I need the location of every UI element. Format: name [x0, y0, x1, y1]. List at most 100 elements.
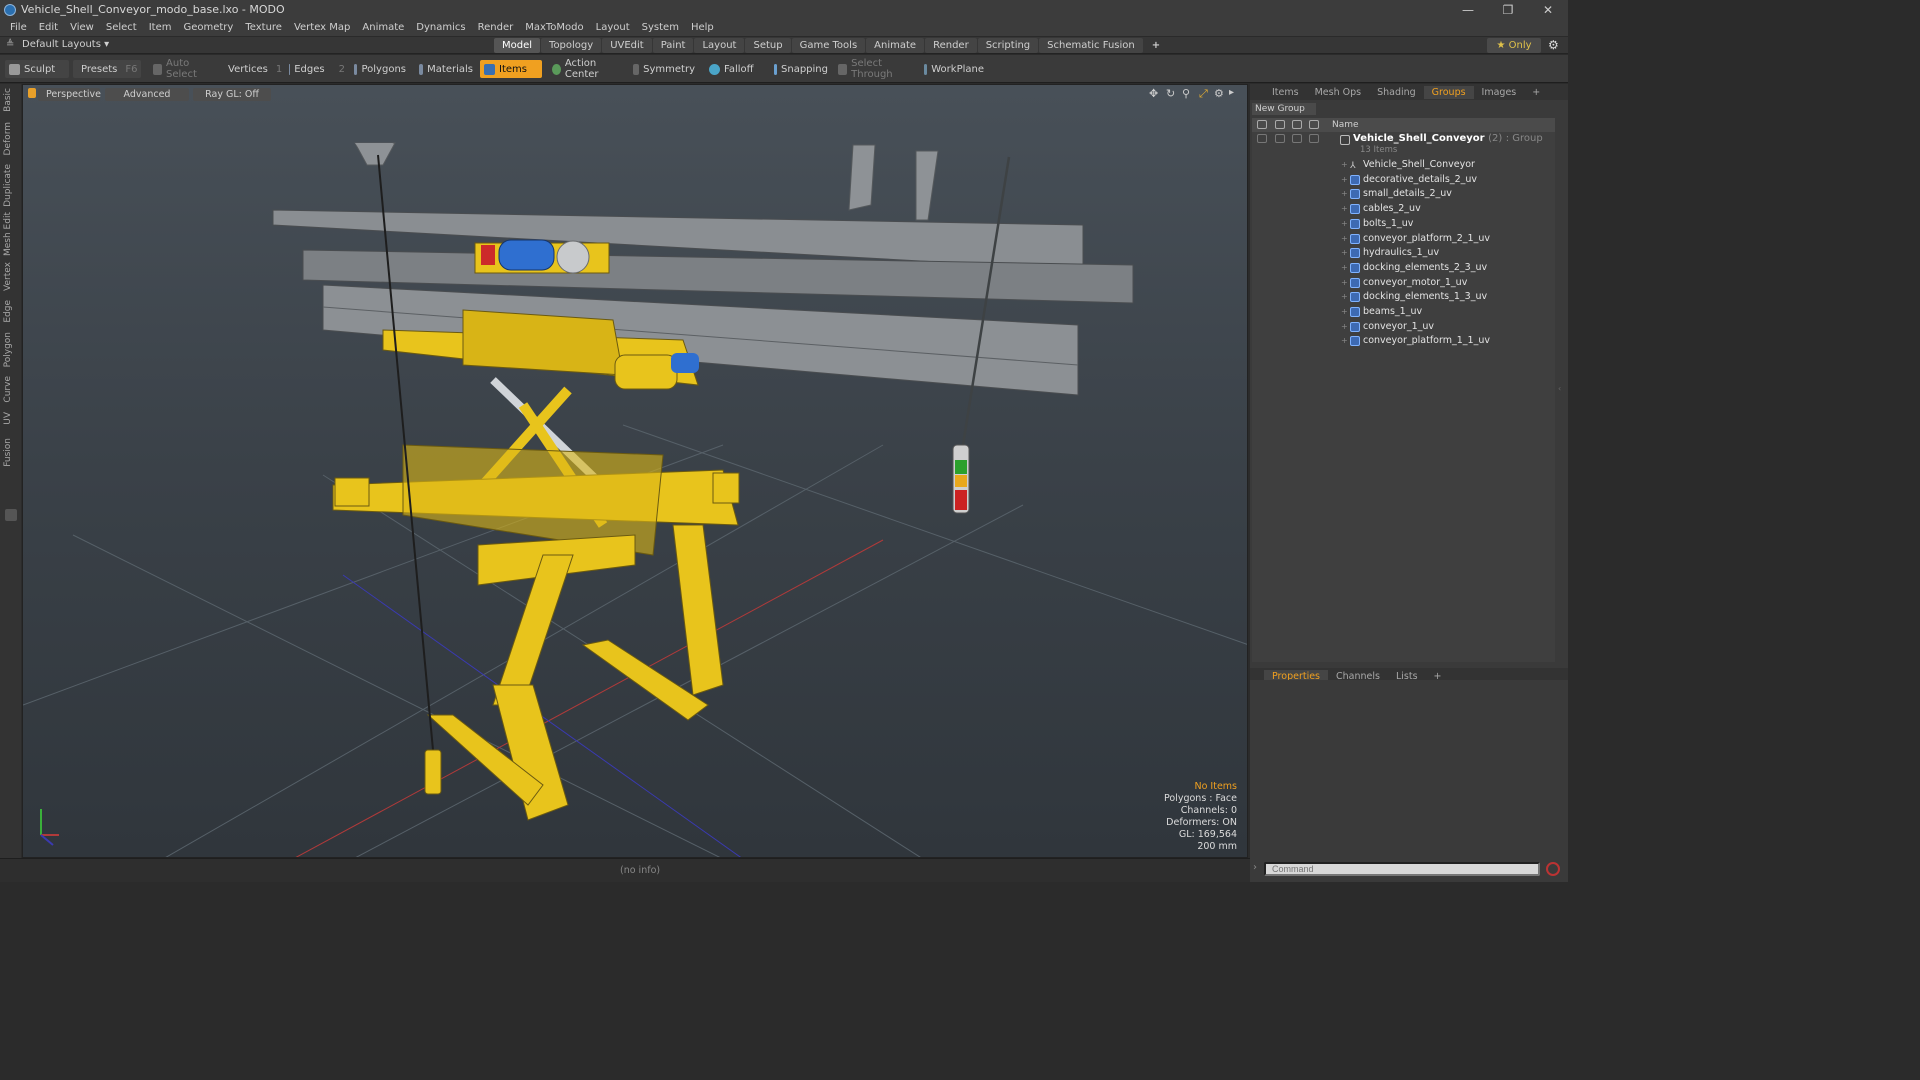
menu-layout[interactable]: Layout	[590, 22, 636, 33]
tab-uvedit[interactable]: UVEdit	[602, 38, 652, 53]
list-item[interactable]: + ⅄ Vehicle_Shell_Conveyor	[1252, 158, 1555, 173]
menu-help[interactable]: Help	[685, 22, 720, 33]
tab-images[interactable]: Images	[1474, 86, 1525, 99]
new-group-button[interactable]: New Group	[1252, 103, 1316, 115]
tab-fusion[interactable]: Fusion	[3, 438, 17, 467]
only-toggle[interactable]: ★ Only	[1487, 38, 1541, 53]
list-item[interactable]: + decorative_details_2_uv	[1252, 173, 1555, 188]
menu-select[interactable]: Select	[100, 22, 143, 33]
viewport-arrow-icon[interactable]: ▸	[1229, 87, 1234, 98]
falloff-button[interactable]: Falloff	[705, 60, 761, 78]
list-item[interactable]: + beams_1_uv	[1252, 305, 1555, 320]
menu-vertex-map[interactable]: Vertex Map	[288, 22, 356, 33]
raygl-toggle[interactable]: Ray GL: Off	[193, 88, 271, 101]
viewport-settings-icon[interactable]: ⚙	[1214, 87, 1224, 100]
scrollbar-handle[interactable]: ‹	[1558, 384, 1564, 393]
tab-mesh-ops[interactable]: Mesh Ops	[1307, 86, 1370, 99]
minimize-button[interactable]: —	[1448, 0, 1488, 19]
select-through-button[interactable]: Select Through	[834, 58, 918, 80]
select-toggle-icon[interactable]	[1309, 134, 1319, 143]
list-item[interactable]: + docking_elements_2_3_uv	[1252, 261, 1555, 276]
menu-geometry[interactable]: Geometry	[177, 22, 239, 33]
expand-icon[interactable]: +	[1341, 219, 1348, 228]
expand-icon[interactable]: +	[1341, 175, 1348, 184]
maximize-button[interactable]: ❐	[1488, 0, 1528, 19]
tab-layout[interactable]: Layout	[694, 38, 745, 53]
menu-view[interactable]: View	[64, 22, 100, 33]
add-tab-button[interactable]: +	[1144, 38, 1168, 53]
presets-button[interactable]: Presets F6	[73, 60, 141, 78]
snapping-button[interactable]: Snapping	[770, 60, 832, 78]
layout-dropdown[interactable]: Default Layouts ▾	[22, 39, 109, 50]
shading-mode-dropdown[interactable]: Advanced	[105, 88, 189, 101]
tab-topology[interactable]: Topology	[541, 38, 602, 53]
list-item[interactable]: + docking_elements_1_3_uv	[1252, 290, 1555, 305]
expand-icon[interactable]: +	[1341, 263, 1348, 272]
list-item[interactable]: + conveyor_motor_1_uv	[1252, 276, 1555, 291]
tab-animate[interactable]: Animate	[866, 38, 925, 53]
tab-items[interactable]: Items	[1264, 86, 1307, 99]
auto-select-button[interactable]: Auto Select	[149, 58, 217, 80]
tab-shading[interactable]: Shading	[1369, 86, 1424, 99]
menu-texture[interactable]: Texture	[239, 22, 288, 33]
tab-vertex[interactable]: Vertex	[3, 262, 17, 291]
menu-item[interactable]: Item	[143, 22, 178, 33]
tab-uv[interactable]: UV	[3, 412, 17, 425]
materials-button[interactable]: Materials	[415, 60, 477, 78]
tab-duplicate[interactable]: Duplicate	[3, 164, 17, 207]
3d-viewport[interactable]: Perspective Advanced Ray GL: Off ✥ ↻ ⚲ ⤢…	[22, 84, 1248, 858]
eye-icon[interactable]	[1257, 134, 1267, 143]
list-item[interactable]: + conveyor_platform_1_1_uv	[1252, 334, 1555, 349]
tab-polygon[interactable]: Polygon	[3, 332, 17, 367]
list-item[interactable]: + conveyor_1_uv	[1252, 320, 1555, 335]
list-item[interactable]: + cables_2_uv	[1252, 202, 1555, 217]
vertices-button[interactable]: Vertices 1	[220, 60, 284, 78]
menu-dynamics[interactable]: Dynamics	[410, 22, 471, 33]
view-type-dropdown[interactable]: Perspective	[38, 88, 101, 101]
tab-model[interactable]: Model	[494, 38, 541, 53]
tab-groups[interactable]: Groups	[1423, 85, 1474, 99]
list-item[interactable]: + bolts_1_uv	[1252, 217, 1555, 232]
polygons-button[interactable]: Polygons	[350, 60, 410, 78]
layout-menu-icon[interactable]: ≜	[6, 39, 14, 50]
gear-icon[interactable]: ⚙	[1548, 38, 1559, 52]
tab-setup[interactable]: Setup	[745, 38, 791, 53]
sculpt-button[interactable]: Sculpt	[5, 60, 69, 78]
command-history-button[interactable]	[1546, 862, 1560, 876]
group-row[interactable]: Vehicle_Shell_Conveyor (2) : Group 13 It…	[1252, 132, 1555, 156]
symmetry-button[interactable]: Symmetry	[629, 60, 699, 78]
command-input[interactable]	[1264, 862, 1540, 876]
action-center-button[interactable]: Action Center	[548, 58, 624, 80]
expand-icon[interactable]: +	[1341, 278, 1348, 287]
menu-render[interactable]: Render	[472, 22, 520, 33]
expand-icon[interactable]: +	[1341, 189, 1348, 198]
tab-basic[interactable]: Basic	[3, 88, 17, 112]
expand-icon[interactable]: +	[1341, 322, 1348, 331]
expand-icon[interactable]: +	[1341, 307, 1348, 316]
menu-file[interactable]: File	[4, 22, 33, 33]
menu-animate[interactable]: Animate	[356, 22, 410, 33]
list-item[interactable]: + conveyor_platform_2_1_uv	[1252, 232, 1555, 247]
expand-icon[interactable]: +	[1341, 204, 1348, 213]
close-button[interactable]: ✕	[1528, 0, 1568, 19]
render-toggle-icon[interactable]	[1275, 134, 1285, 143]
menu-system[interactable]: System	[636, 22, 685, 33]
expand-icon[interactable]: +	[1341, 234, 1348, 243]
expand-toolbox-button[interactable]	[5, 509, 17, 521]
tab-paint[interactable]: Paint	[652, 38, 694, 53]
expand-icon[interactable]: +	[1341, 248, 1348, 257]
tab-scripting[interactable]: Scripting	[977, 38, 1039, 53]
menu-edit[interactable]: Edit	[33, 22, 64, 33]
expand-icon[interactable]: +	[1341, 292, 1348, 301]
list-item[interactable]: + hydraulics_1_uv	[1252, 246, 1555, 261]
expand-icon[interactable]: +	[1341, 336, 1348, 345]
add-panel-tab-button[interactable]: +	[1524, 86, 1548, 99]
lock-toggle-icon[interactable]	[1292, 134, 1302, 143]
fit-icon[interactable]: ⤢	[1199, 87, 1208, 101]
viewport-menu-icon[interactable]	[28, 88, 36, 98]
tab-schematic-fusion[interactable]: Schematic Fusion	[1039, 38, 1143, 53]
tab-edge[interactable]: Edge	[3, 300, 17, 323]
list-item[interactable]: + small_details_2_uv	[1252, 187, 1555, 202]
zoom-icon[interactable]: ⚲	[1182, 87, 1190, 100]
tab-render[interactable]: Render	[925, 38, 977, 53]
